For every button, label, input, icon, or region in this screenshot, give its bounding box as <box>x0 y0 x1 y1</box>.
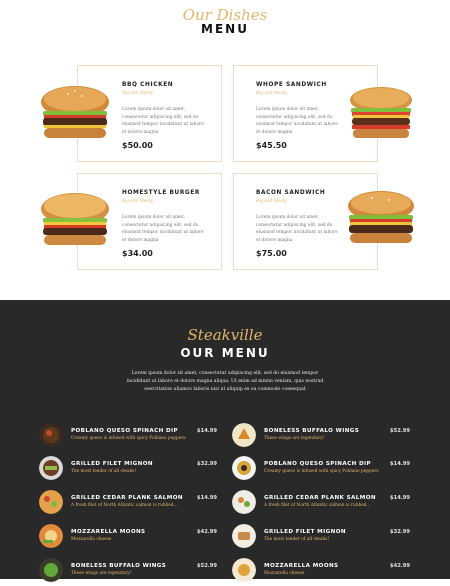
sandwich-image <box>350 87 412 138</box>
menu-item[interactable]: GRILLED CEDAR PLANK SALMON A fresh filet… <box>39 490 217 518</box>
menu-item-name: POBLANO QUESO SPINACH DIP <box>264 461 372 467</box>
dish-price: $50.00 <box>122 141 153 150</box>
menu-item-name: MOZZARELLA MOONS <box>264 563 339 569</box>
burger-image <box>41 193 109 245</box>
dish-thumbnail <box>232 558 256 582</box>
menu-item-name: BONELESS BUFFALO WINGS <box>71 563 167 569</box>
dish-subtitle: Big and Meaty <box>256 90 287 95</box>
menu-item[interactable]: MOZZARELLA MOONS Mozzarella cheese $42.9… <box>39 524 217 552</box>
menu-item-name: POBLANO QUESO SPINACH DIP <box>71 428 179 434</box>
menu-item[interactable]: GRILLED FILET MIGNON The most tender of … <box>39 456 217 484</box>
menu-item[interactable]: MOZZARELLA MOONS Mozzarella cheese $42.9… <box>232 558 410 586</box>
dishes-section: Our Dishes MENU BBQ CHICKEN Big and Meat… <box>0 0 450 300</box>
menu-item[interactable]: GRILLED FILET MIGNON The most tender of … <box>232 524 410 552</box>
menu-item-name: GRILLED CEDAR PLANK SALMON <box>264 495 376 501</box>
section-script-title: Steakville <box>187 326 263 344</box>
dish-description: Lorem ipsum dolor sit amet, consectetur … <box>256 107 338 135</box>
menu-item-description: A fresh filet of North Atlantic salmon i… <box>71 503 178 508</box>
burger-image <box>41 86 109 138</box>
menu-item-price: $14.99 <box>196 428 217 434</box>
menu-item-description: Mozzarella cheese <box>264 571 305 576</box>
menu-item-price: $14.99 <box>196 495 217 501</box>
dish-price: $45.50 <box>256 141 287 150</box>
section-intro: Lorem ipsum dolor sit amet, consectetur … <box>126 371 324 392</box>
dish-thumbnail <box>232 490 256 514</box>
menu-item[interactable]: POBLANO QUESO SPINACH DIP Creamy queso i… <box>232 456 410 484</box>
menu-item-description: The most tender of all steaks! <box>71 469 137 474</box>
menu-item-price: $32.99 <box>389 529 410 535</box>
menu-item-description: These wings are legendary! <box>71 571 132 576</box>
dish-thumbnail <box>39 490 63 514</box>
dish-thumbnail <box>39 423 63 447</box>
menu-item-price: $42.99 <box>389 563 410 569</box>
dish-price: $34.00 <box>122 249 153 258</box>
menu-item-description: The most tender of all steaks! <box>264 537 330 542</box>
section-title: OUR MENU <box>180 346 270 360</box>
dish-description: Lorem ipsum dolor sit amet, consectetur … <box>122 107 204 135</box>
dish-thumbnail <box>39 558 63 582</box>
menu-item-price: $14.99 <box>389 495 410 501</box>
dish-subtitle: Big and Meaty <box>122 90 153 95</box>
dish-subtitle: Big and Meaty <box>122 198 153 203</box>
menu-item-description: These wings are legendary! <box>264 436 325 441</box>
menu-item-name: MOZZARELLA MOONS <box>71 529 146 535</box>
dish-title: BBQ CHICKEN <box>122 82 174 88</box>
burger-image <box>348 191 414 243</box>
menu-item-description: Creamy queso is infused with spicy Pobla… <box>264 469 379 474</box>
dish-description: Lorem ipsum dolor sit amet, consectetur … <box>256 215 338 243</box>
dish-thumbnail <box>232 456 256 480</box>
menu-item-name: GRILLED FILET MIGNON <box>71 461 153 467</box>
menu-item[interactable]: BONELESS BUFFALO WINGS These wings are l… <box>39 558 217 586</box>
menu-item-description: Mozzarella cheese <box>71 537 112 542</box>
dish-thumbnail <box>232 524 256 548</box>
dish-thumbnail <box>39 456 63 480</box>
menu-item[interactable]: GRILLED CEDAR PLANK SALMON A fresh filet… <box>232 490 410 518</box>
dish-price: $75.00 <box>256 249 287 258</box>
dish-title: WHOPE SANDWICH <box>256 82 327 88</box>
menu-item-price: $52.99 <box>389 428 410 434</box>
dish-title: BACON SANDWICH <box>256 190 326 196</box>
our-menu-section: Steakville OUR MENU Lorem ipsum dolor si… <box>0 300 450 582</box>
menu-item-name: GRILLED CEDAR PLANK SALMON <box>71 495 183 501</box>
dish-description: Lorem ipsum dolor sit amet, consectetur … <box>122 215 204 243</box>
menu-item-price: $14.99 <box>389 461 410 467</box>
menu-item[interactable]: POBLANO QUESO SPINACH DIP Creamy queso i… <box>39 423 217 451</box>
dish-thumbnail <box>232 423 256 447</box>
menu-item[interactable]: BONELESS BUFFALO WINGS These wings are l… <box>232 423 410 451</box>
menu-item-name: GRILLED FILET MIGNON <box>264 529 346 535</box>
section-title: MENU <box>201 22 249 36</box>
dish-subtitle: Big and Meaty <box>256 198 287 203</box>
menu-item-price: $32.99 <box>196 461 217 467</box>
menu-item-price: $42.99 <box>196 529 217 535</box>
menu-item-description: Creamy queso is infused with spicy Pobla… <box>71 436 186 441</box>
menu-item-description: A fresh filet of North Atlantic salmon i… <box>264 503 371 508</box>
menu-item-price: $52.99 <box>196 563 217 569</box>
dish-title: HOMESTYLE BURGER <box>122 190 200 196</box>
dish-thumbnail <box>39 524 63 548</box>
menu-item-name: BONELESS BUFFALO WINGS <box>264 428 360 434</box>
